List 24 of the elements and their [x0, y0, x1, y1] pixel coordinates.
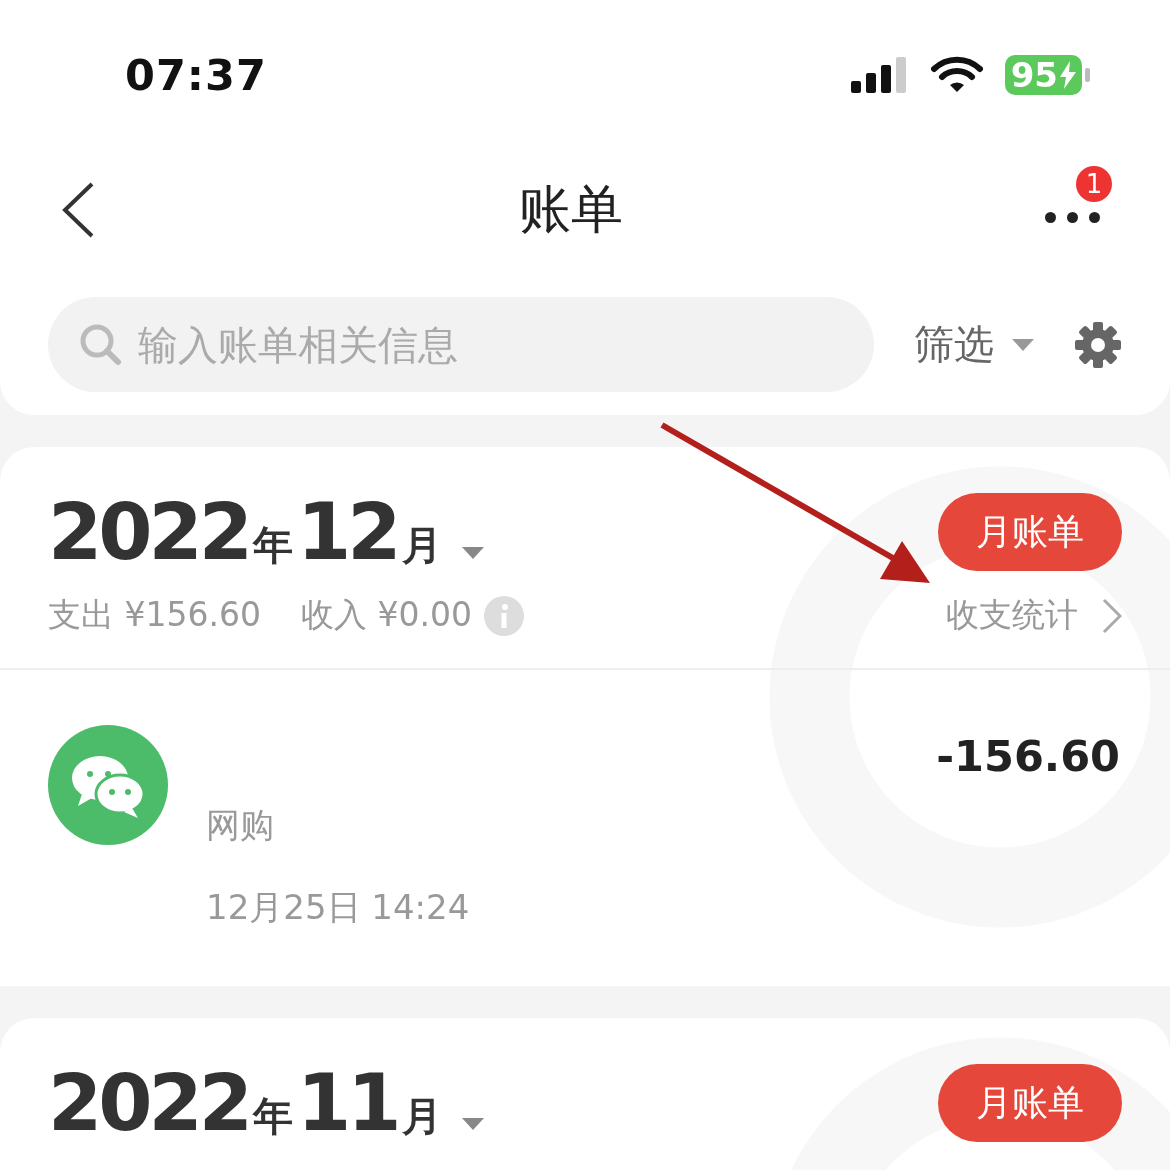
search-field[interactable]: 输入账单相关信息 [48, 297, 874, 392]
signal-icon [850, 55, 909, 95]
month-picker[interactable]: 2022年 12月 [48, 487, 484, 577]
transaction-amount: -156.60 [936, 730, 1120, 781]
monthly-bill-button[interactable]: 月账单 [938, 1064, 1122, 1142]
back-icon[interactable] [60, 181, 96, 239]
month-picker[interactable]: 2022年 11月 [48, 1058, 484, 1148]
page-title: 账单 [518, 178, 623, 241]
notification-badge: 1 [1076, 165, 1112, 202]
search-icon [78, 322, 122, 366]
wifi-icon [930, 56, 983, 94]
caret-icon [461, 547, 484, 559]
settings-icon[interactable] [1074, 320, 1122, 369]
status-time: 07:37 [125, 50, 268, 100]
income-total: 收入 ¥0.00 [300, 594, 472, 636]
caret-icon [1012, 338, 1034, 351]
transaction-category: 网购 [206, 804, 275, 847]
filter-dropdown[interactable]: 筛选 [914, 317, 1034, 372]
transaction-time: 12月25日 14:24 [206, 886, 471, 929]
monthly-bill-button[interactable]: 月账单 [938, 493, 1122, 571]
transaction-row[interactable]: 网购 12月25日 14:24 -156.60 [0, 668, 1170, 986]
chevron-icon [1102, 597, 1122, 634]
caret-icon [461, 1118, 484, 1130]
expense-total: 支出 ¥156.60 [48, 594, 261, 636]
